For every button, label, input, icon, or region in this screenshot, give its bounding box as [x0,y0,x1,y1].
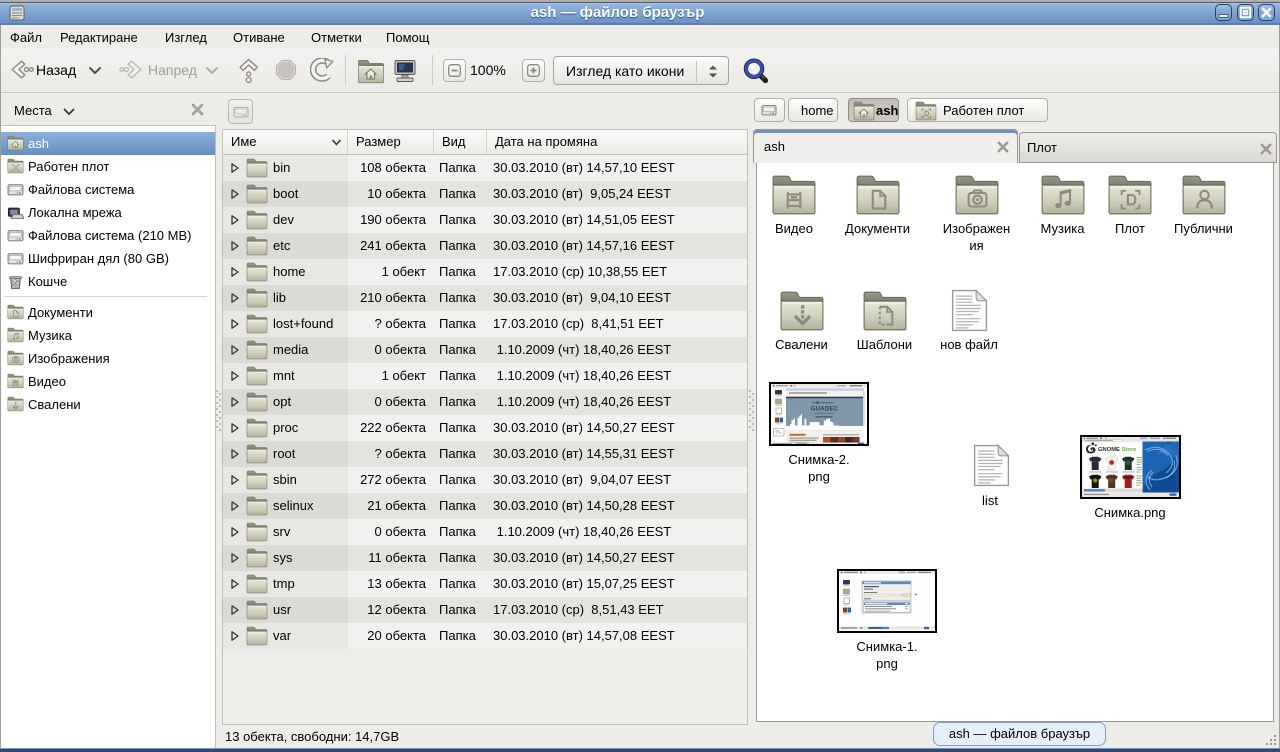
svg-text:GNOME: GNOME [1098,447,1120,453]
svg-text:Store: Store [1122,447,1138,453]
svg-text:GUADEC: GUADEC [811,407,839,413]
